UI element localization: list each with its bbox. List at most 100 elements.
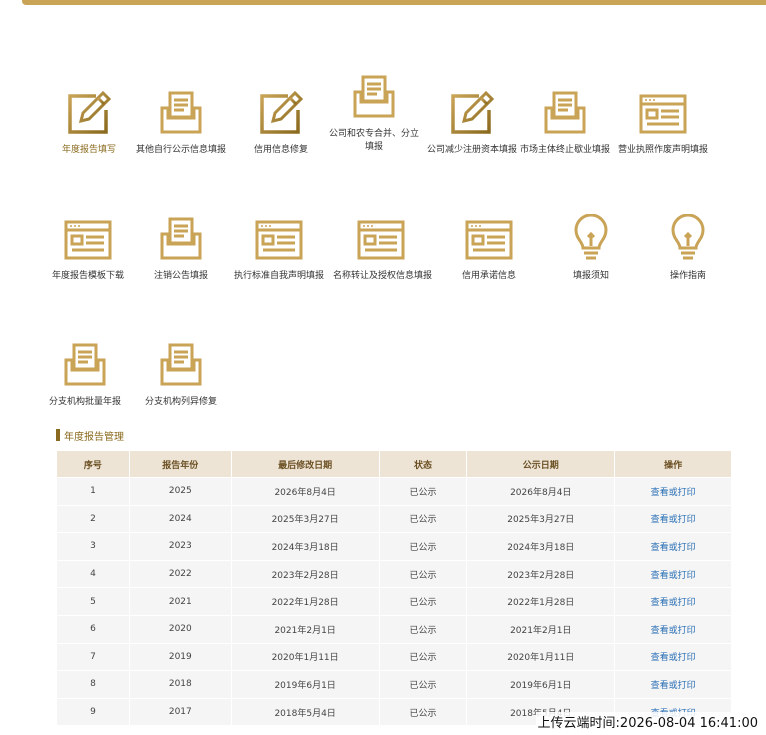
cell-year: 2023 (128, 532, 232, 561)
cell-modified-date: 2024年3月18日 (230, 532, 380, 561)
tile-label: 信用承诺信息 (461, 271, 516, 281)
view-or-print-link[interactable]: 查看或打印 (651, 681, 696, 691)
form-window-icon (255, 220, 303, 260)
view-or-print-link[interactable]: 查看或打印 (651, 653, 696, 663)
tile-standard-declaration[interactable]: 执行标准自我声明填报 (231, 210, 327, 283)
cell-status: 已公示 (378, 532, 468, 561)
col-header-year: 报告年份 (128, 450, 232, 478)
cell-modified-date: 2018年5月4日 (230, 697, 380, 727)
cell-index: 1 (56, 477, 130, 506)
lightbulb-icon (671, 214, 705, 260)
cell-status: 已公示 (378, 559, 468, 589)
tile-other-disclosure[interactable]: 其他自行公示信息填报 (133, 84, 229, 157)
edit-icon (260, 90, 304, 134)
cell-status: 已公示 (378, 504, 468, 534)
tile-license-void[interactable]: 营业执照作废声明填报 (615, 84, 711, 157)
section-title: 年度报告管理 (56, 428, 124, 443)
inbox-tray-icon (160, 343, 202, 386)
view-or-print-link[interactable]: 查看或打印 (651, 626, 696, 636)
cell-year: 2019 (128, 642, 232, 672)
inbox-tray-icon (160, 91, 202, 134)
tile-label: 分支机构列异修复 (144, 397, 217, 407)
section-marker (56, 429, 60, 441)
form-window-icon (64, 220, 112, 260)
cell-action: 查看或打印 (614, 504, 732, 534)
cell-publish-date: 2019年6月1日 (466, 670, 616, 699)
cell-modified-date: 2022年1月28日 (230, 587, 380, 616)
inbox-tray-icon (544, 91, 586, 134)
view-or-print-link[interactable]: 查看或打印 (651, 543, 696, 553)
cell-index: 3 (56, 532, 130, 561)
lightbulb-icon (574, 214, 608, 260)
tile-market-termination[interactable]: 市场主体终止歇业填报 (517, 84, 613, 157)
table-row: 6 2020 2021年2月1日 已公示 2021年2月1日 查看或打印 (56, 614, 732, 644)
cell-modified-date: 2019年6月1日 (230, 670, 380, 699)
inbox-tray-icon (353, 75, 395, 118)
cell-action: 查看或打印 (614, 642, 732, 672)
tile-capital-reduction[interactable]: 公司减少注册资本填报 (424, 84, 520, 157)
tile-name-transfer[interactable]: 名称转让及授权信息填报 (333, 210, 432, 283)
cell-modified-date: 2023年2月28日 (230, 559, 380, 589)
cell-year: 2021 (128, 587, 232, 616)
edit-icon (68, 90, 112, 134)
inbox-tray-icon (160, 217, 202, 260)
cell-year: 2017 (128, 697, 232, 727)
cell-publish-date: 2022年1月28日 (466, 587, 616, 616)
cell-year: 2020 (128, 614, 232, 644)
tile-annual-report-fill[interactable]: 年度报告填写 (41, 84, 137, 157)
annual-report-table: 序号 报告年份 最后修改日期 状态 公示日期 操作 1 2025 2026年8月4日… (56, 450, 732, 727)
cell-action: 查看或打印 (614, 670, 732, 699)
cell-status: 已公示 (378, 642, 468, 672)
tile-label: 年度报告模板下载 (51, 271, 124, 281)
col-header-publish-date: 公示日期 (466, 450, 616, 478)
cell-action: 查看或打印 (614, 559, 732, 589)
table-row: 5 2021 2022年1月28日 已公示 2022年1月28日 查看或打印 (56, 587, 732, 616)
tile-branch-batch-report[interactable]: 分支机构批量年报 (37, 336, 133, 409)
cell-status: 已公示 (378, 477, 468, 506)
tile-label: 公司和农专合并、分立填报 (328, 129, 419, 152)
cell-action: 查看或打印 (614, 587, 732, 616)
tile-label: 执行标准自我声明填报 (233, 271, 324, 281)
tile-credit-repair[interactable]: 信用信息修复 (233, 84, 329, 157)
view-or-print-link[interactable]: 查看或打印 (651, 515, 696, 525)
tile-label: 公司减少注册资本填报 (426, 145, 517, 155)
inbox-tray-icon (64, 343, 106, 386)
tile-credit-commitment[interactable]: 信用承诺信息 (441, 210, 537, 283)
table-row: 4 2022 2023年2月28日 已公示 2023年2月28日 查看或打印 (56, 559, 732, 589)
cell-action: 查看或打印 (614, 614, 732, 644)
cell-index: 2 (56, 504, 130, 534)
tile-label: 其他自行公示信息填报 (135, 145, 226, 155)
view-or-print-link[interactable]: 查看或打印 (651, 488, 696, 498)
table-row: 8 2018 2019年6月1日 已公示 2019年6月1日 查看或打印 (56, 670, 732, 699)
upload-time-overlay: 上传云端时间:2026-08-04 16:41:00 (535, 712, 760, 731)
col-header-status: 状态 (378, 450, 468, 478)
form-window-icon (357, 220, 405, 260)
tile-branch-anomaly-repair[interactable]: 分支机构列异修复 (133, 336, 229, 409)
cell-index: 5 (56, 587, 130, 616)
view-or-print-link[interactable]: 查看或打印 (651, 571, 696, 581)
top-accent-bar (22, 0, 766, 5)
cell-publish-date: 2020年1月11日 (466, 642, 616, 672)
col-header-index: 序号 (56, 450, 130, 478)
cell-status: 已公示 (378, 587, 468, 616)
tile-filing-notice[interactable]: 填报须知 (543, 210, 639, 283)
cell-action: 查看或打印 (614, 532, 732, 561)
tile-merger-split[interactable]: 公司和农专合并、分立填报 (326, 68, 422, 154)
table-row: 3 2023 2024年3月18日 已公示 2024年3月18日 查看或打印 (56, 532, 732, 561)
cell-index: 7 (56, 642, 130, 672)
table-row: 2 2024 2025年3月27日 已公示 2025年3月27日 查看或打印 (56, 504, 732, 534)
form-window-icon (639, 94, 687, 134)
tile-operation-guide[interactable]: 操作指南 (640, 210, 736, 283)
tile-template-download[interactable]: 年度报告模板下载 (40, 210, 136, 283)
view-or-print-link[interactable]: 查看或打印 (651, 598, 696, 608)
tile-label: 注销公告填报 (153, 271, 208, 281)
cell-index: 6 (56, 614, 130, 644)
cell-publish-date: 2021年2月1日 (466, 614, 616, 644)
cell-modified-date: 2021年2月1日 (230, 614, 380, 644)
col-header-action: 操作 (614, 450, 732, 478)
cell-publish-date: 2025年3月27日 (466, 504, 616, 534)
cell-modified-date: 2020年1月11日 (230, 642, 380, 672)
tile-cancellation-notice[interactable]: 注销公告填报 (133, 210, 229, 283)
edit-icon (451, 90, 495, 134)
cell-year: 2024 (128, 504, 232, 534)
